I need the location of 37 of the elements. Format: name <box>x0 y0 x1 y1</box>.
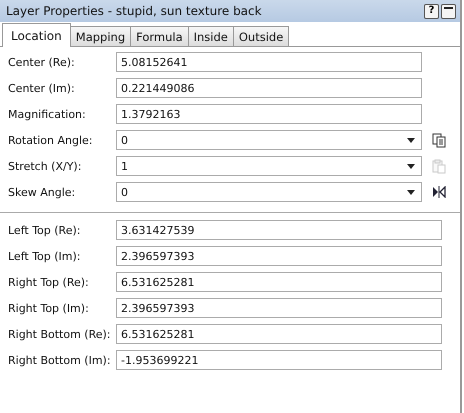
combo-box[interactable]: 0 <box>116 182 422 202</box>
input-field[interactable]: 2.396597393 <box>116 298 442 318</box>
field-label: Center (Im): <box>8 82 76 94</box>
input-field[interactable]: -1.953699221 <box>116 350 442 370</box>
caret-icon <box>407 164 415 168</box>
input-field[interactable]: 3.631427539 <box>116 220 442 240</box>
field-label: Right Bottom (Re): <box>8 328 112 340</box>
field-label: Magnification: <box>8 108 87 120</box>
input-field[interactable]: 6.531625281 <box>116 272 442 292</box>
input-field[interactable]: 0.221449086 <box>116 78 422 98</box>
field-label: Right Top (Im): <box>8 302 90 314</box>
tab[interactable]: Inside <box>188 26 234 46</box>
tab[interactable]: Formula <box>130 26 189 46</box>
help-button[interactable]: ? <box>424 4 439 18</box>
field-label: Right Top (Re): <box>8 276 90 288</box>
input-field[interactable]: 1.3792163 <box>116 104 422 124</box>
field-label: Right Bottom (Im): <box>8 354 112 366</box>
field-label: Left Top (Im): <box>8 250 82 262</box>
input-field[interactable]: 6.531625281 <box>116 324 442 344</box>
tab[interactable]: Mapping <box>70 26 132 46</box>
window-title: Layer Properties - stupid, sun texture back <box>6 4 263 18</box>
combo-box[interactable]: 0 <box>116 130 422 150</box>
field-label: Center (Re): <box>8 56 76 68</box>
input-field[interactable]: 5.08152641 <box>116 52 422 72</box>
field-label: Left Top (Re): <box>8 224 82 236</box>
caret-icon <box>407 190 415 194</box>
combo-box[interactable]: 1 <box>116 156 422 176</box>
mirror-icon[interactable] <box>432 186 446 198</box>
field-label: Stretch (X/Y): <box>8 160 82 172</box>
tab[interactable]: Outside <box>232 26 290 46</box>
input-field[interactable]: 2.396597393 <box>116 246 442 266</box>
field-label: Skew Angle: <box>8 186 76 198</box>
minimize-button[interactable] <box>441 4 456 18</box>
copy-icon[interactable] <box>432 132 446 148</box>
caret-icon <box>407 138 415 142</box>
tab[interactable]: Location <box>2 23 71 47</box>
field-label: Rotation Angle: <box>8 134 94 146</box>
